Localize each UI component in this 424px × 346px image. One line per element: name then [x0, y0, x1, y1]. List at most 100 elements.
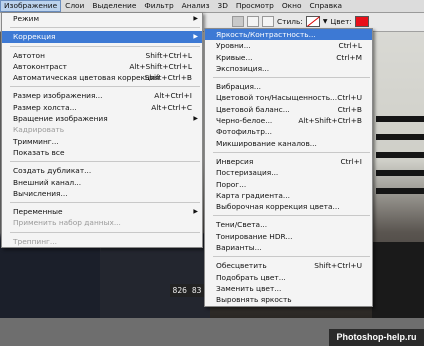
- adjust-menu-item[interactable]: Подобрать цвет...: [205, 272, 372, 283]
- person-figure: [372, 242, 424, 318]
- image-menu-item[interactable]: Тримминг...: [2, 136, 202, 147]
- image-menu-item[interactable]: Переменные ▶: [2, 206, 202, 217]
- adjust-menu-item-label: Черно-белое...: [216, 116, 273, 126]
- blind-stripe: [376, 152, 424, 158]
- menu-separator: [10, 161, 200, 163]
- adjust-menu-item[interactable]: Яркость/Контрастность...: [205, 29, 372, 41]
- menu-filter[interactable]: Фильтр: [140, 0, 177, 12]
- adjust-menu-item[interactable]: Заменить цвет...: [205, 283, 372, 294]
- shortcut-label: Alt+Shift+Ctrl+L: [129, 61, 192, 71]
- blind-stripe: [376, 170, 424, 176]
- shortcut-label: Ctrl+L: [338, 41, 362, 51]
- adjust-menu-item-label: Яркость/Контрастность...: [216, 30, 316, 39]
- adjust-menu-item[interactable]: Порог...: [205, 179, 372, 190]
- chevron-down-icon[interactable]: ▼: [323, 18, 328, 25]
- menu-separator: [10, 202, 200, 204]
- image-menu-item-label: Показать все: [13, 147, 65, 157]
- adjust-menu-item-label: Цветовой тон/Насыщенность...: [216, 93, 338, 103]
- adjust-menu-item[interactable]: Постеризация...: [205, 167, 372, 178]
- shape-mode-button[interactable]: [232, 16, 244, 27]
- submenu-arrow-icon: ▶: [193, 15, 198, 22]
- adjust-menu-item[interactable]: Цветовой баланс... Ctrl+B: [205, 104, 372, 115]
- adjust-menu-item[interactable]: Фотофильтр...: [205, 126, 372, 137]
- shortcut-label: Alt+Ctrl+C: [151, 102, 192, 112]
- blind-stripe: [376, 116, 424, 122]
- image-menu-item-label: Создать дубликат...: [13, 166, 92, 176]
- image-menu-item-label: Коррекция: [13, 32, 56, 42]
- menu-3d[interactable]: 3D: [214, 0, 232, 12]
- adjustments-submenu: Яркость/Контрастность... Уровни... Ctrl+L К…: [204, 28, 373, 307]
- image-menu-item-label: Вращение изображения: [13, 114, 108, 124]
- adjust-menu-item-label: Подобрать цвет...: [216, 272, 286, 282]
- id-plate: 826 83: [170, 284, 204, 297]
- adjust-menu-item-label: Уровни...: [216, 41, 251, 51]
- color-label: Цвет:: [330, 17, 352, 26]
- image-menu-item[interactable]: Автоматическая цветовая коррекция Shift+C…: [2, 72, 202, 83]
- adjust-menu-item[interactable]: Выровнять яркость: [205, 294, 372, 305]
- image-menu-item[interactable]: Размер холста... Alt+Ctrl+C: [2, 102, 202, 113]
- path-mode-button[interactable]: [247, 16, 259, 27]
- adjust-menu-item[interactable]: Кривые... Ctrl+M: [205, 52, 372, 63]
- image-menu-item-label: Тримминг...: [13, 136, 59, 146]
- image-menu-item[interactable]: Автотон Shift+Ctrl+L: [2, 50, 202, 61]
- fill-mode-button[interactable]: [262, 16, 274, 27]
- image-menu-item-label: Режим: [13, 14, 40, 23]
- menu-view[interactable]: Просмотр: [232, 0, 278, 12]
- adjust-menu-item-label: Микширование каналов...: [216, 138, 317, 148]
- adjust-menu-item[interactable]: Тонирование HDR...: [205, 231, 372, 242]
- image-menu-dropdown: Режим ▶ Коррекция ▶ Автотон Shift+Ctrl+L Авток…: [1, 12, 203, 249]
- image-menu-item[interactable]: Размер изображения... Alt+Ctrl+I: [2, 90, 202, 101]
- watermark: Photoshop-help.ru: [329, 329, 424, 346]
- image-menu-item[interactable]: Коррекция ▶: [2, 31, 202, 43]
- image-menu-item[interactable]: Вращение изображения ▶: [2, 113, 202, 124]
- blind-stripe: [376, 188, 424, 194]
- menu-analysis[interactable]: Анализ: [178, 0, 214, 12]
- image-menu-item-label: Применить набор данных...: [13, 218, 121, 228]
- shortcut-label: Shift+Ctrl+L: [145, 50, 192, 60]
- adjust-menu-item-label: Выровнять яркость: [216, 295, 292, 305]
- adjust-menu-item-label: Вибрация...: [216, 82, 261, 92]
- image-menu-item[interactable]: Режим ▶: [2, 13, 202, 24]
- menu-separator: [10, 45, 200, 47]
- menu-image[interactable]: Изображение: [0, 0, 62, 12]
- image-menu-item[interactable]: Вычисления...: [2, 188, 202, 199]
- submenu-arrow-icon: ▶: [193, 115, 198, 123]
- adjust-menu-item[interactable]: Экспозиция...: [205, 63, 372, 74]
- adjust-menu-item[interactable]: Инверсия Ctrl+I: [205, 156, 372, 167]
- image-menu-item-label: Автоматическая цветовая коррекция: [13, 73, 160, 83]
- adjust-menu-item-label: Обесцветить: [216, 261, 267, 271]
- adjust-menu-item[interactable]: Карта градиента...: [205, 190, 372, 201]
- adjust-menu-item[interactable]: Тени/Света...: [205, 219, 372, 230]
- adjust-menu-item[interactable]: Уровни... Ctrl+L: [205, 40, 372, 51]
- shortcut-label: Ctrl+B: [337, 104, 362, 114]
- shortcut-label: Shift+Ctrl+U: [314, 261, 362, 271]
- adjust-menu-item-label: Цветовой баланс...: [216, 104, 290, 114]
- shortcut-label: Ctrl+U: [337, 93, 362, 103]
- image-menu-item: Треппинг...: [2, 236, 202, 247]
- image-menu-item[interactable]: Автоконтраст Alt+Shift+Ctrl+L: [2, 61, 202, 72]
- adjust-menu-item[interactable]: Цветовой тон/Насыщенность... Ctrl+U: [205, 92, 372, 103]
- adjust-menu-item[interactable]: Варианты...: [205, 242, 372, 253]
- shortcut-label: Alt+Ctrl+I: [154, 91, 192, 101]
- submenu-arrow-icon: ▶: [193, 208, 198, 216]
- adjust-menu-item[interactable]: Обесцветить Shift+Ctrl+U: [205, 260, 372, 271]
- style-swatch[interactable]: [305, 16, 320, 27]
- menu-help[interactable]: Справка: [306, 0, 347, 12]
- image-menu-item[interactable]: Внешний канал...: [2, 177, 202, 188]
- shortcut-label: Alt+Shift+Ctrl+B: [298, 116, 362, 126]
- adjust-menu-item[interactable]: Вибрация...: [205, 81, 372, 92]
- menu-separator: [10, 231, 200, 233]
- adjust-menu-item[interactable]: Черно-белое... Alt+Shift+Ctrl+B: [205, 115, 372, 126]
- image-menu-item[interactable]: Показать все: [2, 147, 202, 158]
- color-swatch[interactable]: [354, 16, 369, 27]
- shortcut-label: Shift+Ctrl+B: [144, 73, 192, 83]
- image-menu-item-label: Размер холста...: [13, 102, 77, 112]
- image-menu-item-label: Внешний канал...: [13, 177, 82, 187]
- menu-layers[interactable]: Слои: [61, 0, 88, 12]
- image-menu-item[interactable]: Создать дубликат...: [2, 165, 202, 176]
- image-menu-item-label: Треппинг...: [13, 236, 57, 246]
- menu-window[interactable]: Окно: [278, 0, 306, 12]
- menu-select[interactable]: Выделение: [88, 0, 140, 12]
- adjust-menu-item[interactable]: Микширование каналов...: [205, 138, 372, 149]
- adjust-menu-item[interactable]: Выборочная коррекция цвета...: [205, 201, 372, 212]
